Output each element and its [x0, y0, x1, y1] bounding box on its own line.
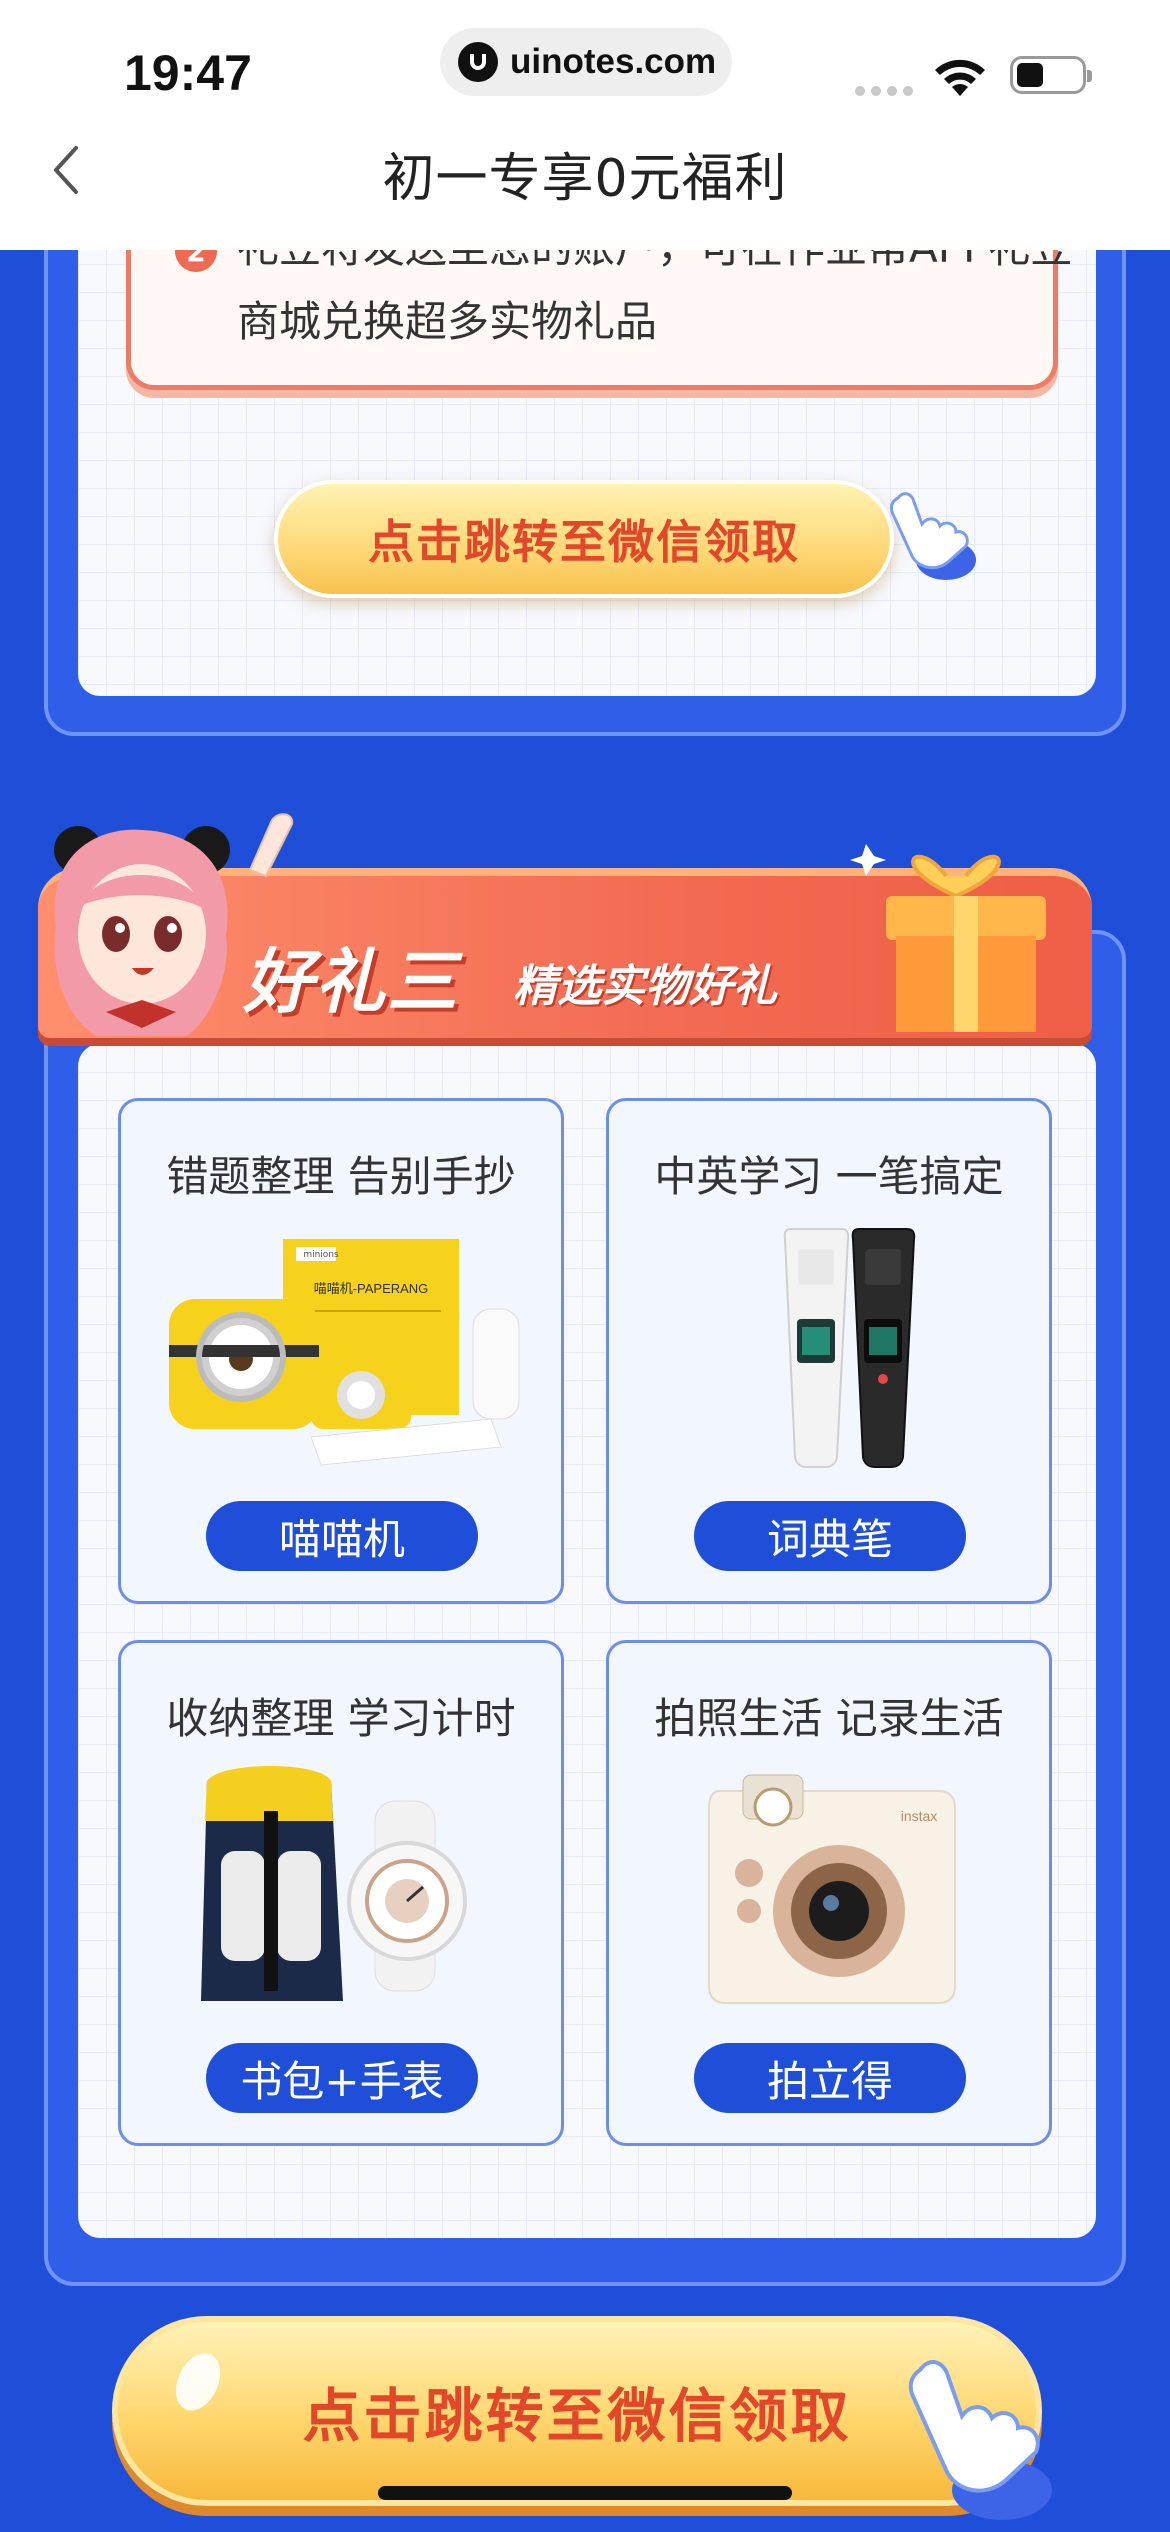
url-text: uinotes.com	[510, 42, 717, 81]
printer-box-brand: minions	[303, 1250, 339, 1260]
url-pill[interactable]: uinotes.com	[440, 28, 732, 96]
gift-two-panel-body: 2 礼豆将发送至您的账户，可在作业帮APP礼豆 商城兑换超多实物礼品 点击跳转至…	[78, 180, 1096, 696]
mascot-girl-image	[54, 813, 294, 1036]
gift-button-instant-camera[interactable]: 拍立得	[694, 2043, 966, 2113]
camera-brand-text: instax	[901, 1808, 938, 1824]
gift-three-panel: 错题整理 告别手抄 minions 喵喵机-PAPERANG 喵喵机 中英学习 …	[44, 930, 1126, 2286]
gift-card-instant-camera[interactable]: 拍照生活 记录生活 instax 拍立得	[606, 1640, 1052, 2146]
gift-caption: 错题整理 告别手抄	[166, 1152, 516, 1201]
gift-box-image	[850, 844, 1046, 1032]
top-bar: 19:47 uinotes.com 初一专享0元福利	[0, 0, 1170, 250]
backpack-watch-image	[201, 1766, 467, 2001]
gift-card-backpack-watch[interactable]: 收纳整理 学习计时 书包+手表	[118, 1640, 564, 2146]
pointing-hand-icon	[908, 2360, 1052, 2520]
printer-box-label: 喵喵机-PAPERANG	[314, 1281, 429, 1296]
gift-caption: 中英学习 一笔搞定	[654, 1152, 1004, 1201]
button-shine	[167, 2346, 229, 2418]
printer-image: minions 喵喵机-PAPERANG	[169, 1239, 520, 1466]
section-subtitle: 精选实物好礼	[513, 961, 777, 1012]
status-time: 19:47	[124, 45, 252, 101]
gift-button-backpack-watch[interactable]: 书包+手表	[206, 2043, 478, 2113]
home-indicator	[378, 2486, 792, 2500]
gift-caption: 收纳整理 学习计时	[166, 1694, 516, 1743]
gift-button-printer[interactable]: 喵喵机	[206, 1501, 478, 1571]
gift-card-printer[interactable]: 错题整理 告别手抄 minions 喵喵机-PAPERANG 喵喵机	[118, 1098, 564, 1604]
notice-text-line2: 商城兑换超多实物礼品	[237, 297, 658, 346]
dictionary-pen-image	[783, 1228, 916, 1468]
wifi-icon	[935, 59, 985, 96]
battery-icon	[1010, 56, 1092, 94]
instant-camera-image: instax	[708, 1774, 956, 2004]
pointing-hand-icon	[890, 492, 976, 580]
page-title: 初一专享0元福利	[382, 149, 788, 209]
wechat-claim-button-small[interactable]: 点击跳转至微信领取	[274, 480, 894, 598]
gift-caption: 拍照生活 记录生活	[654, 1694, 1004, 1743]
gift-card-dictionary-pen[interactable]: 中英学习 一笔搞定 词典笔	[606, 1098, 1052, 1604]
gift-three-panel-body: 错题整理 告别手抄 minions 喵喵机-PAPERANG 喵喵机 中英学习 …	[78, 1044, 1096, 2238]
site-logo-icon	[458, 42, 498, 82]
gift-two-panel: 2 礼豆将发送至您的账户，可在作业帮APP礼豆 商城兑换超多实物礼品 点击跳转至…	[44, 180, 1126, 736]
wechat-claim-label: 点击跳转至微信领取	[302, 2382, 852, 2450]
cellular-signal-icon	[855, 86, 913, 96]
gift-button-dictionary-pen[interactable]: 词典笔	[694, 1501, 966, 1571]
